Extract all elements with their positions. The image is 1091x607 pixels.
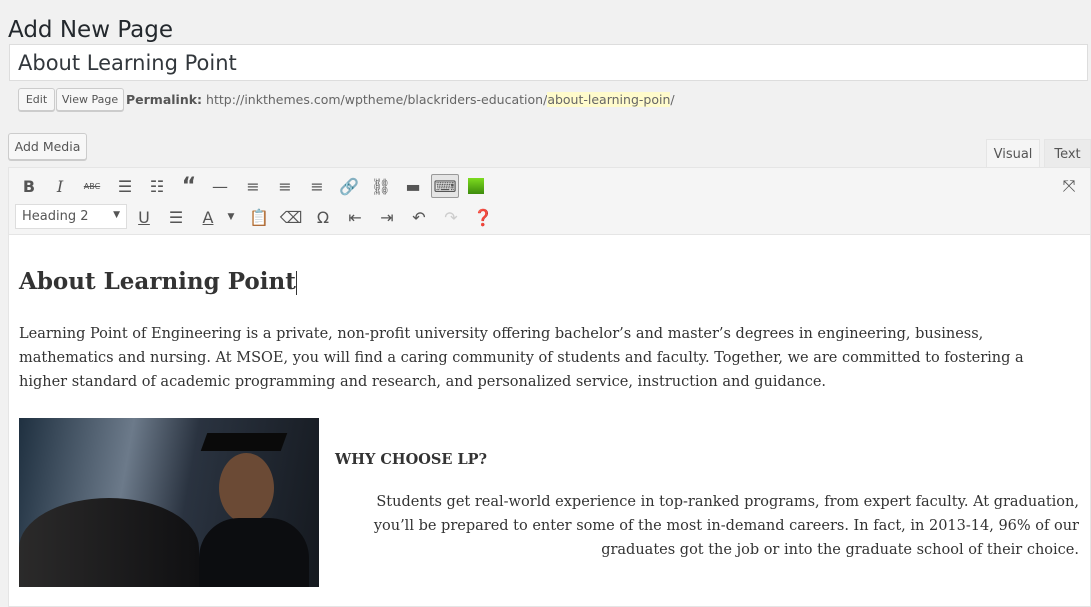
indent-icon[interactable]: ⇥ xyxy=(375,205,399,229)
page-title: Add New Page xyxy=(8,17,173,44)
tab-text[interactable]: Text xyxy=(1044,139,1091,168)
blockquote-icon[interactable]: “ xyxy=(177,174,201,199)
view-page-button[interactable]: View Page xyxy=(56,88,124,111)
content-heading: About Learning Point xyxy=(19,268,297,295)
paste-text-icon[interactable]: 📋 xyxy=(247,205,271,229)
title-input[interactable]: About Learning Point xyxy=(9,44,1088,81)
graduates-image[interactable] xyxy=(19,418,319,587)
undo-icon[interactable]: ↶ xyxy=(407,205,431,229)
italic-icon[interactable]: I xyxy=(48,174,72,198)
permalink-slug[interactable]: about-learning-poin xyxy=(547,92,671,107)
align-center-icon[interactable]: ≡ xyxy=(273,174,297,198)
link-icon[interactable]: 🔗 xyxy=(337,174,361,198)
editor-toolbar: B I ABC ☰ ☷ “ — ≡ ≡ ≡ 🔗 ⛓ ▬ ⌨ ⤧ Heading … xyxy=(9,168,1090,235)
format-select-value: Heading 2 xyxy=(22,209,89,224)
permalink-label: Permalink: xyxy=(126,92,203,107)
help-icon[interactable]: ❓ xyxy=(471,205,495,229)
align-left-icon[interactable]: ≡ xyxy=(241,174,265,198)
clear-formatting-icon[interactable]: ⌫ xyxy=(279,205,303,229)
numbered-list-icon[interactable]: ☷ xyxy=(145,174,169,198)
add-media-button[interactable]: Add Media xyxy=(8,133,87,160)
text-color-dropdown-icon[interactable]: ▼ xyxy=(219,205,243,229)
text-color-icon[interactable]: A xyxy=(196,205,220,229)
content-side-paragraph: Students get real-world experience in to… xyxy=(373,494,1079,558)
permalink-base: http://inkthemes.com/wptheme/blackriders… xyxy=(206,92,548,107)
underline-icon[interactable]: U xyxy=(132,205,156,229)
edit-permalink-button[interactable]: Edit xyxy=(18,88,55,111)
strikethrough-icon[interactable]: ABC xyxy=(80,174,104,198)
fullscreen-icon[interactable]: ⤧ xyxy=(1057,174,1081,198)
text-cursor xyxy=(295,271,297,295)
chevron-down-icon: ▼ xyxy=(113,210,120,220)
bold-icon[interactable]: B xyxy=(17,174,41,198)
bullet-list-icon[interactable]: ☰ xyxy=(113,174,137,198)
special-character-icon[interactable]: Ω xyxy=(311,205,335,229)
permalink: Permalink: http://inkthemes.com/wptheme/… xyxy=(126,92,675,108)
tab-visual[interactable]: Visual xyxy=(986,139,1040,169)
permalink-trail: / xyxy=(670,92,675,107)
horizontal-line-icon[interactable]: — xyxy=(208,174,232,198)
toolbar-toggle-icon[interactable]: ⌨ xyxy=(431,174,459,198)
content-paragraph: Learning Point of Engineering is a priva… xyxy=(19,326,1024,390)
unlink-icon[interactable]: ⛓ xyxy=(369,174,393,198)
plugin-icon[interactable] xyxy=(464,174,488,198)
content-subheading: WHY CHOOSE LP? xyxy=(335,451,488,468)
format-select[interactable]: Heading 2 ▼ xyxy=(15,204,127,229)
align-right-icon[interactable]: ≡ xyxy=(305,174,329,198)
read-more-icon[interactable]: ▬ xyxy=(401,174,425,198)
redo-icon: ↷ xyxy=(444,207,458,227)
outdent-icon[interactable]: ⇤ xyxy=(343,205,367,229)
justify-icon[interactable]: ☰ xyxy=(164,205,188,229)
editor: B I ABC ☰ ☷ “ — ≡ ≡ ≡ 🔗 ⛓ ▬ ⌨ ⤧ Heading … xyxy=(8,167,1091,607)
